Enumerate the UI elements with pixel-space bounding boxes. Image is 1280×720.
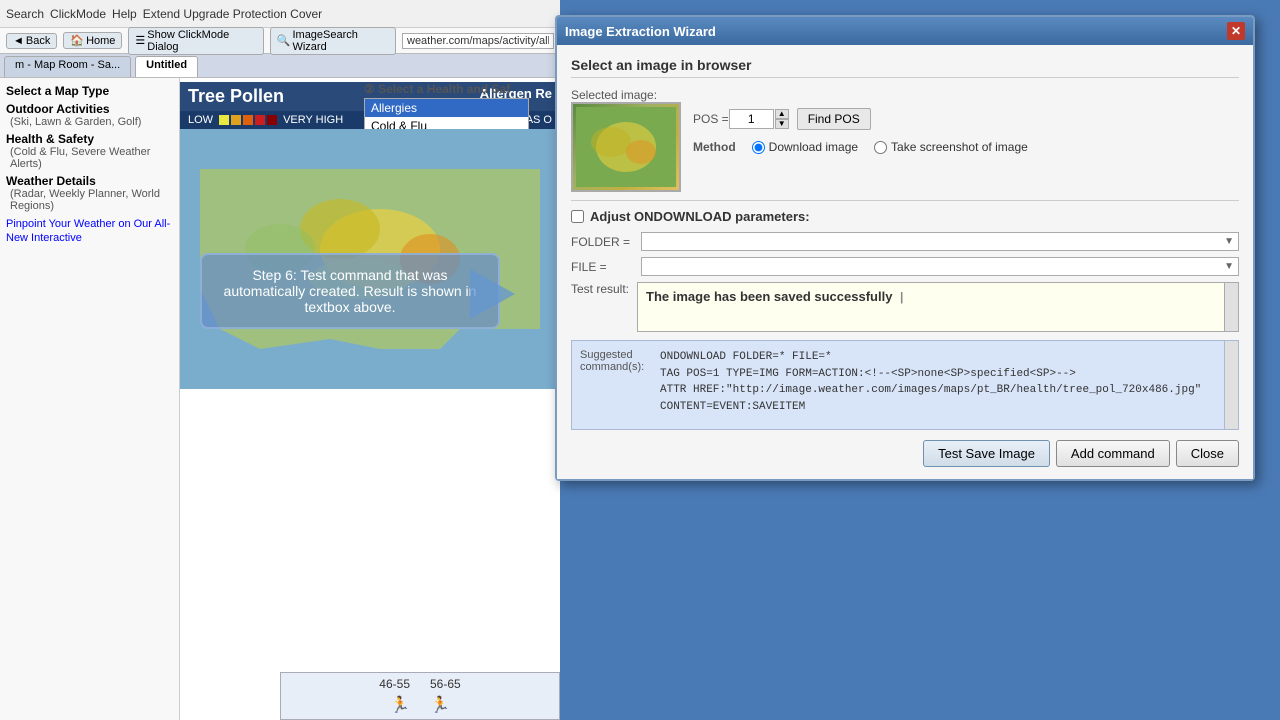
- outdoor-section: Outdoor Activities (Ski, Lawn & Garden, …: [6, 102, 173, 128]
- file-label: FILE =: [571, 260, 641, 274]
- tab-map-room[interactable]: m - Map Room - Sa...: [4, 56, 131, 77]
- folder-dropdown[interactable]: ▼: [641, 232, 1239, 251]
- pos-label: POS =: [693, 112, 729, 126]
- spin-down[interactable]: ▼: [775, 119, 789, 129]
- add-command-button[interactable]: Add command: [1056, 440, 1170, 467]
- image-extraction-dialog: Image Extraction Wizard ✕ Select an imag…: [555, 15, 1255, 481]
- test-result-area: Test result: The image has been saved su…: [571, 282, 1239, 332]
- menu-extend[interactable]: Extend Upgrade Protection Cover: [143, 7, 322, 21]
- browser-window: Search ClickMode Help Extend Upgrade Pro…: [0, 0, 560, 720]
- tooltip-overlay: Step 6: Test command that was automatica…: [200, 253, 500, 329]
- file-dropdown-arrow: ▼: [1224, 261, 1234, 272]
- test-result-label: Test result:: [571, 282, 629, 296]
- adjust-label: Adjust ONDOWNLOAD parameters:: [590, 209, 810, 224]
- menu-bar: Search ClickMode Help Extend Upgrade Pro…: [0, 0, 560, 28]
- section-header: Select an image in browser: [571, 57, 1239, 78]
- map-area: Step 6: Test command that was automatica…: [180, 129, 560, 389]
- dialog-title: Image Extraction Wizard: [565, 24, 716, 39]
- health-section: Health & Safety (Cold & Flu, Severe Weat…: [6, 132, 173, 170]
- menu-search[interactable]: Search: [6, 7, 44, 21]
- dialog-close-button[interactable]: ✕: [1227, 22, 1245, 40]
- suggested-area: Suggested command(s): ONDOWNLOAD FOLDER=…: [571, 340, 1239, 430]
- find-pos-button[interactable]: Find POS: [797, 108, 871, 130]
- clickmode-dialog-button[interactable]: ☰ Show ClickMode Dialog: [128, 27, 263, 55]
- dialog-titlebar: Image Extraction Wizard ✕: [557, 17, 1253, 45]
- button-row: Test Save Image Add command Close: [571, 440, 1239, 467]
- suggested-label: Suggested command(s):: [580, 349, 644, 373]
- method-download[interactable]: Download image: [752, 140, 858, 154]
- imagesearch-button[interactable]: 🔍 ImageSearch Wizard: [270, 27, 396, 55]
- health-header: ② Select a Health and Saf: [364, 82, 556, 96]
- spin-up[interactable]: ▲: [775, 109, 789, 119]
- test-save-button[interactable]: Test Save Image: [923, 440, 1050, 467]
- dialog-body: Select an image in browser Selected imag…: [557, 45, 1253, 479]
- adjust-checkbox[interactable]: [571, 210, 584, 223]
- tab-untitled[interactable]: Untitled: [135, 56, 198, 77]
- selected-image-preview: [571, 102, 681, 192]
- pos-spinner[interactable]: ▲ ▼: [775, 109, 789, 129]
- adjust-row: Adjust ONDOWNLOAD parameters:: [571, 209, 1239, 224]
- test-result-box[interactable]: The image has been saved successfully |: [637, 282, 1239, 332]
- method-screenshot[interactable]: Take screenshot of image: [874, 140, 1028, 154]
- close-button[interactable]: Close: [1176, 440, 1239, 467]
- weather-section: Weather Details (Radar, Weekly Planner, …: [6, 174, 173, 212]
- image-row: Selected image: POS =: [571, 88, 1239, 192]
- suggested-text[interactable]: ONDOWNLOAD FOLDER=* FILE=* TAG POS=1 TYP…: [660, 349, 1230, 415]
- address-input[interactable]: [402, 33, 554, 49]
- pos-input[interactable]: [729, 109, 774, 129]
- browser-content: Select a Map Type Outdoor Activities (Sk…: [0, 78, 560, 720]
- menu-clickmode[interactable]: ClickMode: [50, 7, 106, 21]
- home-button[interactable]: 🏠 Home: [63, 32, 122, 49]
- folder-dropdown-arrow: ▼: [1224, 236, 1234, 247]
- folder-row: FOLDER = ▼: [571, 232, 1239, 251]
- test-result-scrollbar[interactable]: [1224, 283, 1238, 331]
- map-type-header: Select a Map Type: [6, 84, 173, 98]
- back-button[interactable]: ◄ Back: [6, 33, 57, 49]
- test-result-text: The image has been saved successfully: [646, 289, 892, 304]
- arrow-indicator: [470, 269, 515, 319]
- menu-help[interactable]: Help: [112, 7, 137, 21]
- method-label: Method: [693, 140, 736, 154]
- file-dropdown[interactable]: ▼: [641, 257, 1239, 276]
- folder-label: FOLDER =: [571, 235, 641, 249]
- address-bar: ◄ Back 🏠 Home ☰ Show ClickMode Dialog 🔍 …: [0, 28, 560, 54]
- selected-image-label: Selected image:: [571, 88, 681, 102]
- file-row: FILE = ▼: [571, 257, 1239, 276]
- suggested-scrollbar[interactable]: [1224, 341, 1238, 429]
- health-item-allergies[interactable]: Allergies: [365, 99, 528, 117]
- tab-bar: m - Map Room - Sa... Untitled: [0, 54, 560, 78]
- pinpoint-link[interactable]: Pinpoint Your Weather on Our All-New Int…: [6, 218, 170, 244]
